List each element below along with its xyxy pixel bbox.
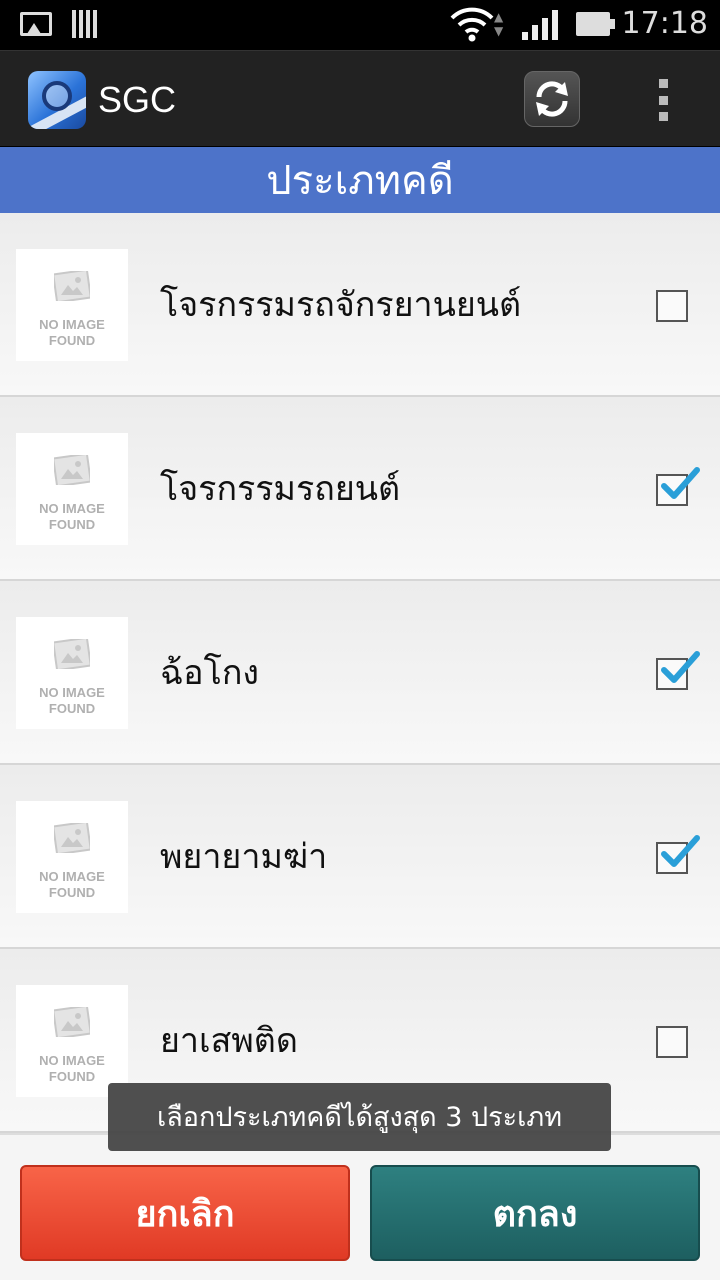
clock: 17:18 (621, 6, 708, 41)
action-bar: SGC (0, 50, 720, 146)
item-label: พยายามฆ่า (160, 837, 328, 877)
item-label: ฉ้อโกง (160, 653, 260, 693)
item-label: โจรกรรมรถจักรยานยนต์ (160, 285, 522, 325)
toast-message: เลือกประเภทคดีได้สูงสุด 3 ประเภท (108, 1083, 611, 1151)
app-title: SGC (98, 79, 177, 120)
wifi-icon (450, 7, 494, 42)
bottom-bar: ยกเลิก ตกลง (0, 1133, 720, 1280)
item-checkbox[interactable] (656, 651, 700, 690)
placeholder-line1: NO IMAGE (39, 1053, 105, 1068)
checkmark-icon (661, 467, 700, 499)
checkmark-icon (661, 835, 700, 867)
image-placeholder-icon (54, 455, 90, 485)
placeholder-line2: FOUND (48, 517, 96, 532)
status-bar: ▲ ▼ 17:18 (0, 0, 720, 50)
section-title: ประเภทคดี (0, 147, 720, 213)
image-placeholder-icon (54, 823, 90, 853)
placeholder-line2: FOUND (48, 885, 96, 900)
item-checkbox[interactable] (656, 1026, 688, 1058)
cancel-button[interactable]: ยกเลิก (20, 1165, 350, 1261)
placeholder-line1: NO IMAGE (39, 869, 105, 884)
image-placeholder-icon (54, 271, 90, 301)
placeholder-line2: FOUND (48, 333, 96, 348)
sim-bars-icon (72, 10, 97, 38)
placeholder-line2: FOUND (48, 1069, 96, 1084)
placeholder-line1: NO IMAGE (39, 685, 105, 700)
no-image-thumbnail: NO IMAGE FOUND (16, 249, 128, 361)
no-image-thumbnail: NO IMAGE FOUND (16, 617, 128, 729)
refresh-icon (536, 81, 568, 117)
item-label: โจรกรรมรถยนต์ (160, 469, 401, 509)
list-item[interactable]: NO IMAGE FOUND โจรกรรมรถยนต์ (0, 397, 720, 581)
data-arrows-icon: ▲ ▼ (494, 10, 504, 38)
no-image-thumbnail: NO IMAGE FOUND (16, 801, 128, 913)
ok-button[interactable]: ตกลง (370, 1165, 700, 1261)
no-image-thumbnail: NO IMAGE FOUND (16, 433, 128, 545)
case-type-list[interactable]: NO IMAGE FOUND โจรกรรมรถจักรยานยนต์ NO IM… (0, 213, 720, 1133)
item-checkbox[interactable] (656, 467, 700, 506)
gallery-icon (20, 12, 52, 36)
image-placeholder-icon (54, 639, 90, 669)
placeholder-line1: NO IMAGE (39, 317, 105, 332)
placeholder-line2: FOUND (48, 701, 96, 716)
overflow-menu-icon (658, 79, 668, 88)
overflow-menu-button[interactable] (648, 75, 678, 125)
item-checkbox[interactable] (656, 290, 688, 322)
image-placeholder-icon (54, 1007, 90, 1037)
app-logo-icon[interactable] (28, 71, 86, 129)
refresh-button[interactable] (524, 71, 580, 127)
list-item[interactable]: NO IMAGE FOUND โจรกรรมรถจักรยานยนต์ (0, 213, 720, 397)
checkmark-icon (661, 651, 700, 683)
item-checkbox[interactable] (656, 835, 700, 874)
battery-icon (576, 12, 615, 36)
list-item[interactable]: NO IMAGE FOUND ฉ้อโกง (0, 581, 720, 765)
placeholder-line1: NO IMAGE (39, 501, 105, 516)
list-item[interactable]: NO IMAGE FOUND พยายามฆ่า (0, 765, 720, 949)
signal-icon (522, 10, 558, 40)
no-image-thumbnail: NO IMAGE FOUND (16, 985, 128, 1097)
